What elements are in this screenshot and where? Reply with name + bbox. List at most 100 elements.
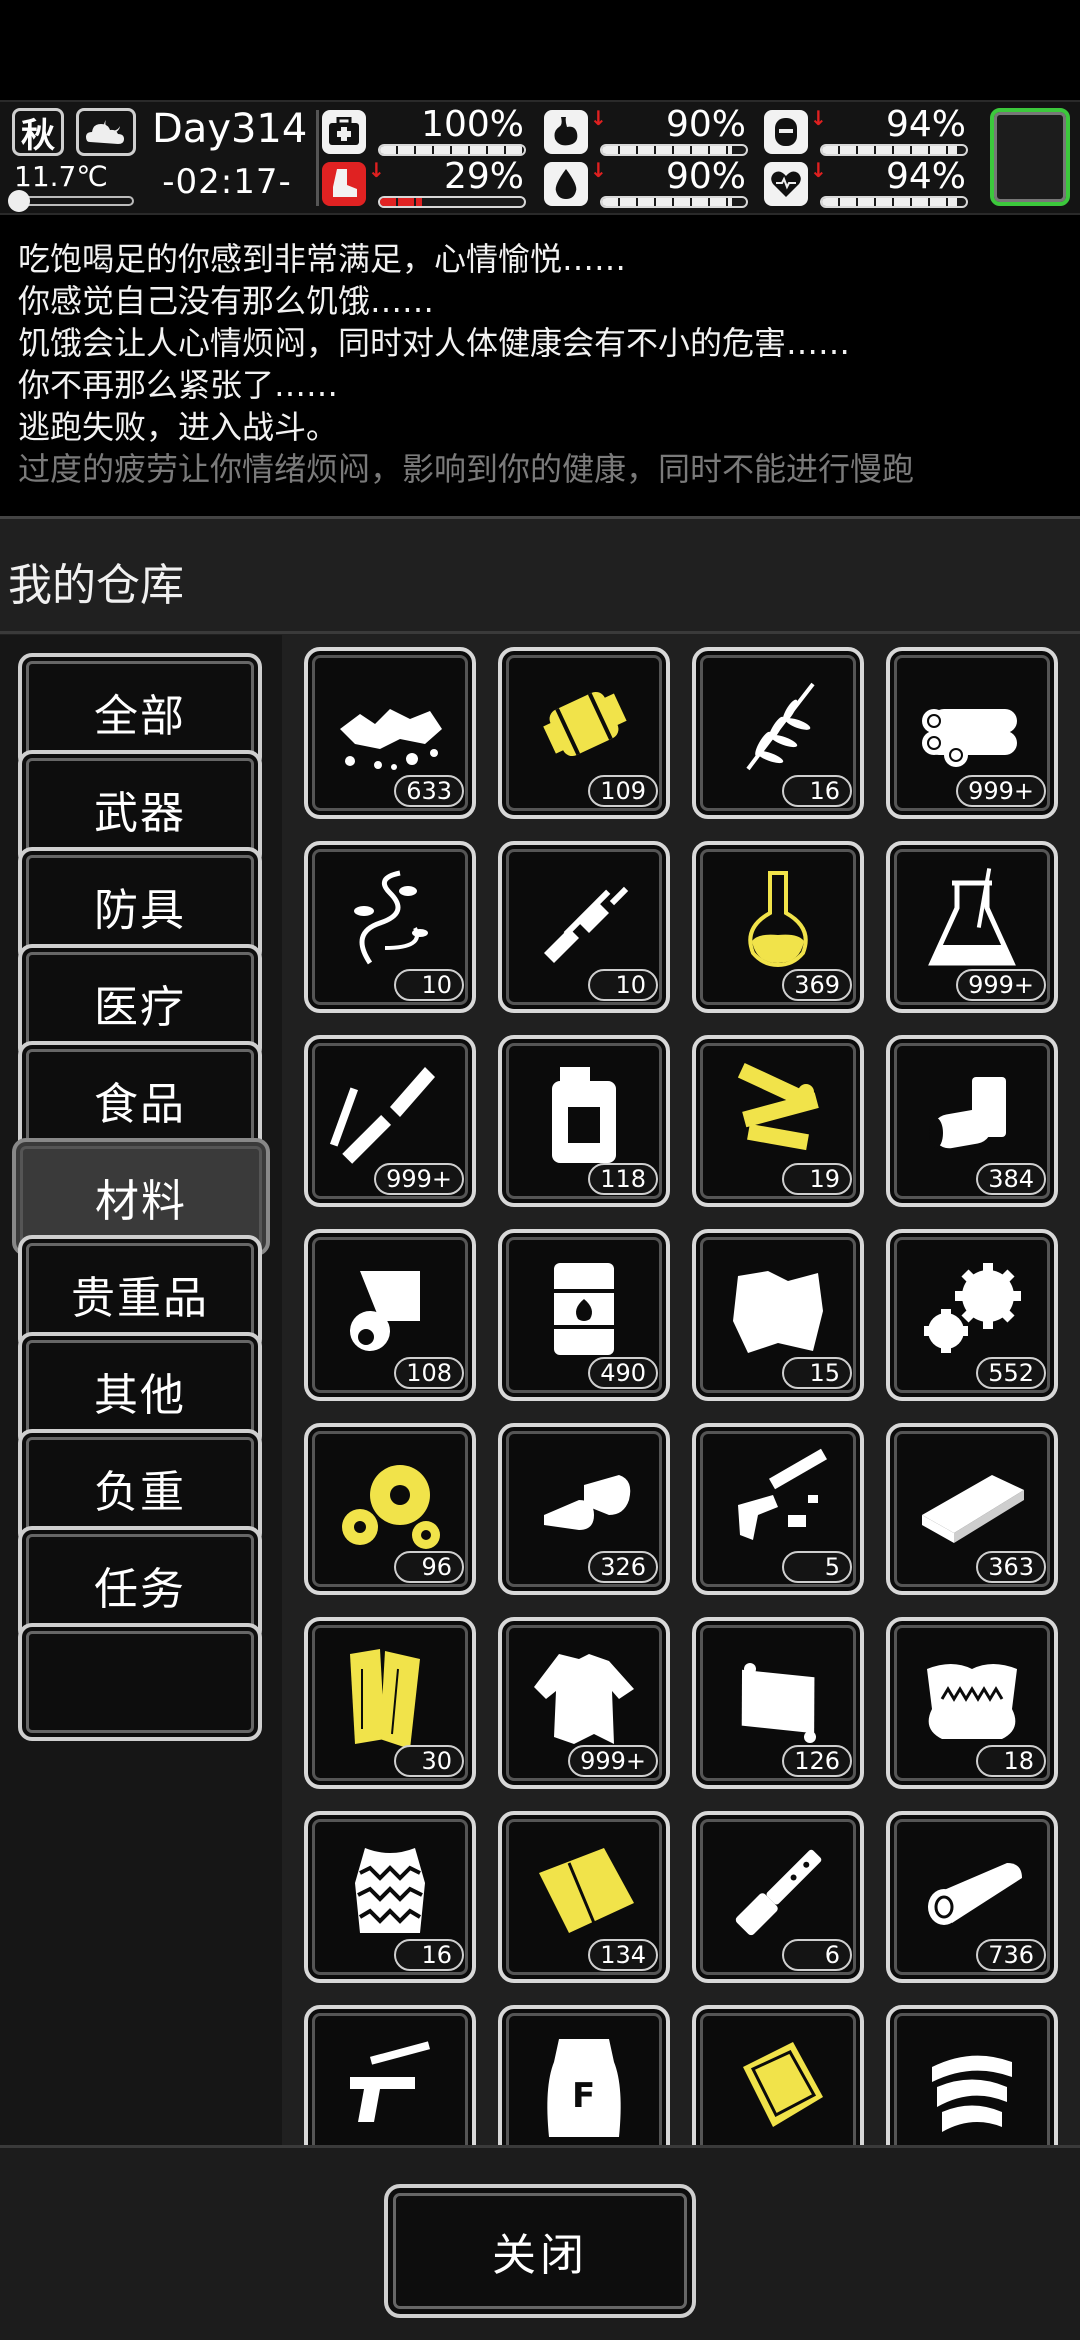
logs-icon <box>922 709 1017 767</box>
mood-value: 94% <box>885 104 966 145</box>
item-count: 490 <box>588 1357 658 1389</box>
tape-rolls-icon <box>932 2055 1012 2132</box>
cans-icon <box>929 1077 1006 1149</box>
item-count: 552 <box>976 1357 1046 1389</box>
inventory-item-beaker[interactable]: 999+ <box>886 841 1058 1013</box>
yellow-tarp-icon <box>539 1848 634 1933</box>
status-bar: 秋 11.7℃ Day314 -02:17- 100% ↓ 90% ↓ 94% … <box>0 100 1080 215</box>
yellow-sign-icon <box>743 2042 823 2127</box>
fern-icon <box>746 682 815 771</box>
inventory-item-rubble[interactable]: 633 <box>304 647 476 819</box>
inventory-item-zebra-pelt[interactable]: 16 <box>304 1811 476 1983</box>
log-line: 饥饿会让人心情烦闷，同时对人体健康会有不小的危害…… <box>18 324 851 362</box>
inventory-item-bullets[interactable]: 326 <box>498 1423 670 1595</box>
inventory-item-leather-pad[interactable]: 126 <box>692 1617 864 1789</box>
inventory-item-flour-sack[interactable]: F <box>498 2005 670 2145</box>
category-sidebar[interactable]: 全部 武器 防具 医疗 食品 材料 贵重品 其他 负重 任务 <box>0 635 282 2145</box>
fuel-barrel-icon <box>554 1263 614 1355</box>
divider <box>316 110 319 206</box>
equipped-slot[interactable] <box>990 108 1070 206</box>
inventory-item-pistol-parts[interactable] <box>304 2005 476 2145</box>
item-count: 633 <box>394 775 464 807</box>
decrease-arrow-icon: ↓ <box>368 158 385 182</box>
boot-icon <box>322 162 366 206</box>
wood-log-icon <box>928 1863 1022 1925</box>
torn-shirt-icon <box>534 1654 634 1744</box>
thirst-bar <box>602 198 732 206</box>
cloth-scrap-icon <box>733 1271 823 1353</box>
inventory-item-gun-parts[interactable]: 5 <box>692 1423 864 1595</box>
inventory-item-fuel-barrel[interactable]: 490 <box>498 1229 670 1401</box>
inventory-item-metal-plate[interactable]: 363 <box>886 1423 1058 1595</box>
day-counter: Day314 <box>152 106 308 152</box>
item-count: 363 <box>976 1551 1046 1583</box>
item-count: 18 <box>976 1745 1046 1777</box>
item-count: 30 <box>394 1745 464 1777</box>
inventory-item-torn-shirt[interactable]: 999+ <box>498 1617 670 1789</box>
divider <box>0 631 1080 634</box>
beaker-icon <box>928 868 1016 966</box>
inventory-item-pipe[interactable]: 6 <box>692 1811 864 1983</box>
yellow-parts-icon <box>737 1062 819 1151</box>
paper-roll-icon <box>350 1271 420 1351</box>
water-drop-icon <box>544 162 588 206</box>
inventory-item-gears[interactable]: 552 <box>886 1229 1058 1401</box>
metal-plate-icon <box>922 1475 1024 1543</box>
inventory-item-yellow-sign[interactable] <box>692 2005 864 2145</box>
inventory-item-broken-rifle[interactable]: 10 <box>498 841 670 1013</box>
heart-value: 94% <box>885 156 966 197</box>
jerrycan-icon <box>552 1067 616 1163</box>
rubble-icon <box>340 709 442 770</box>
inventory-item-paper-roll[interactable]: 108 <box>304 1229 476 1401</box>
item-count: 5 <box>782 1551 852 1583</box>
inventory-item-yellow-flask[interactable]: 369 <box>692 841 864 1013</box>
inventory-item-fern[interactable]: 16 <box>692 647 864 819</box>
item-count: 109 <box>588 775 658 807</box>
pistol-parts-icon <box>350 2041 431 2122</box>
close-button[interactable]: 关闭 <box>384 2184 696 2318</box>
season-badge: 秋 <box>12 108 64 156</box>
item-count: 999+ <box>956 969 1046 1001</box>
inventory-item-cloth-scrap[interactable]: 15 <box>692 1229 864 1401</box>
health-bar <box>380 146 524 154</box>
inventory-item-cans[interactable]: 384 <box>886 1035 1058 1207</box>
decrease-arrow-icon: ↓ <box>810 106 827 130</box>
stamina-stat: ↓ 29% <box>322 156 532 210</box>
zebra-pelt-icon <box>355 1848 425 1933</box>
inventory-item-jerrycan[interactable]: 118 <box>498 1035 670 1207</box>
inventory-item-yellow-planks[interactable]: 30 <box>304 1617 476 1789</box>
item-count: 15 <box>782 1357 852 1389</box>
fur-pelt-icon <box>927 1664 1017 1739</box>
thirst-stat: ↓ 90% <box>544 156 754 210</box>
item-count: 369 <box>782 969 852 1001</box>
item-count: 999+ <box>568 1745 658 1777</box>
inventory-item-yellow-parts[interactable]: 19 <box>692 1035 864 1207</box>
thirst-value: 90% <box>665 156 746 197</box>
log-line: 你感觉自己没有那么饥饿…… <box>18 282 435 320</box>
log-line: 吃饱喝足的你感到非常满足，心情愉悦…… <box>18 240 627 278</box>
mood-bar <box>822 146 958 154</box>
item-count: 108 <box>394 1357 464 1389</box>
inventory-item-tape-rolls[interactable] <box>886 2005 1058 2145</box>
inventory-item-vine[interactable]: 10 <box>304 841 476 1013</box>
item-count: 134 <box>588 1939 658 1971</box>
log-line: 过度的疲劳让你情绪烦闷，影响到你的健康，同时不能进行慢跑 <box>18 450 915 488</box>
item-count: 10 <box>588 969 658 1001</box>
inventory-item-yellow-canister[interactable]: 109 <box>498 647 670 819</box>
heart-stat: ↓ 94% <box>764 156 974 210</box>
panel-footer: 关闭 <box>0 2145 1080 2340</box>
item-grid[interactable]: 633 109 16 999+ 10 10 369 999+ 999+ 118 19 384 108 49… <box>290 635 1080 2145</box>
heart-bar <box>822 198 958 206</box>
inventory-item-yellow-tarp[interactable]: 134 <box>498 1811 670 1983</box>
inventory-item-yellow-gears[interactable]: 96 <box>304 1423 476 1595</box>
decrease-arrow-icon: ↓ <box>590 106 607 130</box>
inventory-item-logs[interactable]: 999+ <box>886 647 1058 819</box>
gun-parts-icon <box>738 1448 827 1540</box>
mood-stat: ↓ 94% <box>764 104 974 158</box>
welding-torch-icon <box>330 1067 435 1164</box>
inventory-item-welding-torch[interactable]: 999+ <box>304 1035 476 1207</box>
inventory-item-wood-log[interactable]: 736 <box>886 1811 1058 1983</box>
inventory-item-fur-pelt[interactable]: 18 <box>886 1617 1058 1789</box>
category-partial[interactable] <box>18 1623 262 1741</box>
gears-icon <box>924 1263 1021 1353</box>
